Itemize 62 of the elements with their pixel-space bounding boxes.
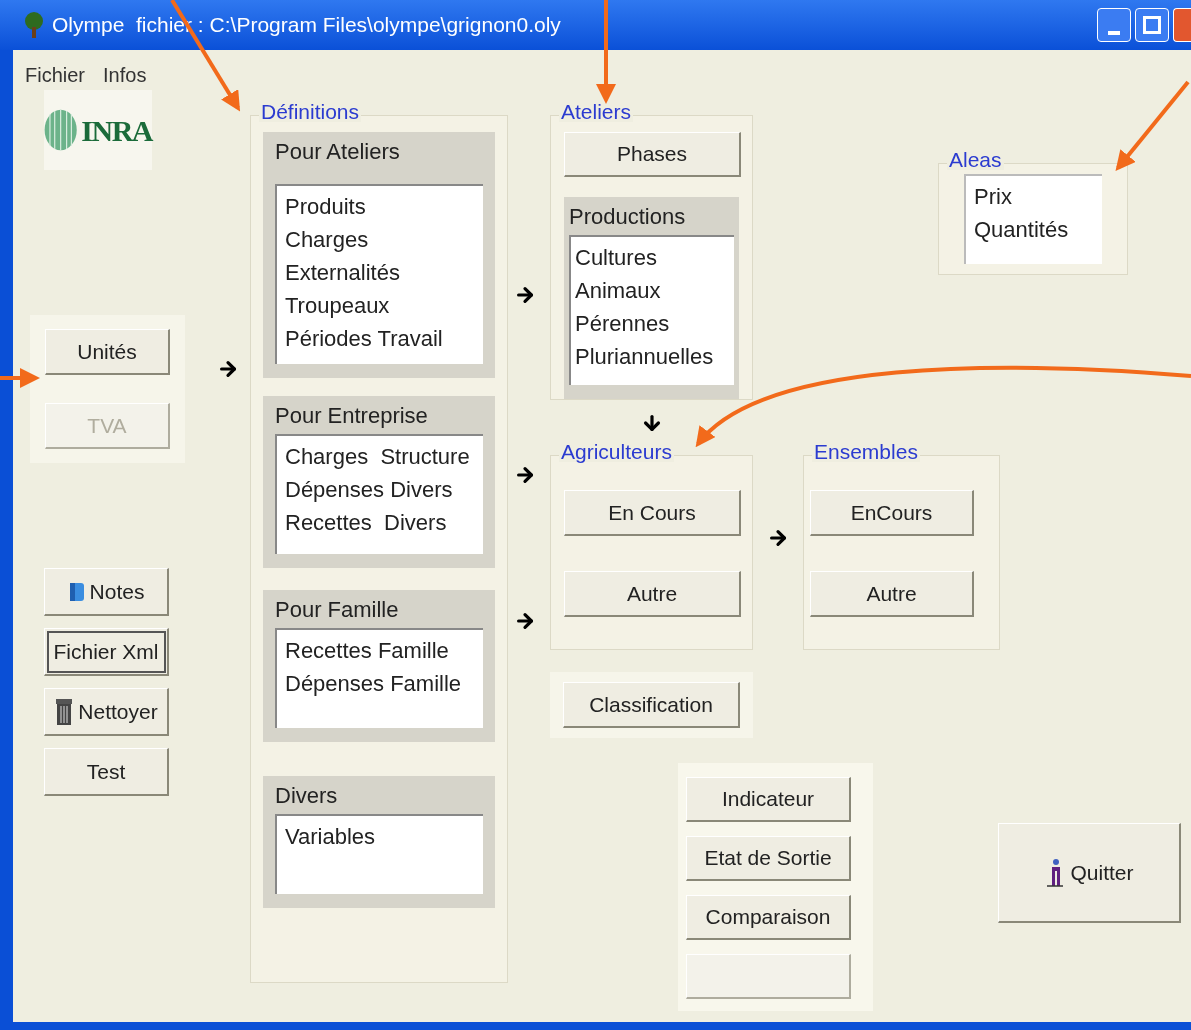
- list-box[interactable]: Cultures Animaux Pérennes Pluriannuelles: [569, 235, 734, 385]
- list-item[interactable]: Recettes Divers: [285, 506, 475, 539]
- button[interactable]: Nettoyer: [44, 688, 169, 736]
- button[interactable]: Autre: [810, 571, 974, 617]
- list-item[interactable]: Produits: [285, 190, 475, 223]
- list-item[interactable]: Animaux: [575, 274, 730, 307]
- list-box[interactable]: Recettes Famille Dépenses Famille: [275, 628, 483, 728]
- menu-item[interactable]: Infos: [103, 60, 147, 90]
- button[interactable]: En Cours: [564, 490, 741, 536]
- group-title: Aleas: [947, 149, 1004, 170]
- list-item[interactable]: Prix: [974, 180, 1094, 213]
- panel-title: Pour Entreprise: [275, 402, 429, 430]
- list-box[interactable]: Produits Charges Externalités Troupeaux Périodes Travail: [275, 184, 483, 364]
- button[interactable]: Unités: [45, 329, 170, 375]
- button[interactable]: Fichier Xml: [44, 628, 169, 676]
- maximize-icon: [1143, 16, 1161, 34]
- trash-icon: [54, 696, 75, 727]
- panel-title: Pour Famille: [275, 596, 400, 624]
- list-item[interactable]: Cultures: [575, 241, 730, 274]
- arrow-right-icon: [767, 527, 789, 549]
- panel-title: Productions: [569, 203, 687, 231]
- group-title: Ensembles: [812, 441, 920, 462]
- list-item[interactable]: Recettes Famille: [285, 634, 475, 667]
- list-item[interactable]: Variables: [285, 820, 475, 853]
- list-item[interactable]: Pluriannuelles: [575, 340, 730, 373]
- button[interactable]: Autre: [564, 571, 741, 617]
- list-item[interactable]: Charges Structure: [285, 440, 475, 473]
- list-item[interactable]: Quantités: [974, 213, 1094, 246]
- group-title: Agriculteurs: [559, 441, 674, 462]
- menu-item[interactable]: Fichier: [25, 60, 85, 90]
- annotation-arrow: [0, 368, 40, 388]
- minimize-icon: [1108, 31, 1120, 35]
- list-item[interactable]: Charges: [285, 223, 475, 256]
- minimize-button[interactable]: [1097, 8, 1131, 42]
- list-item[interactable]: Dépenses Famille: [285, 667, 475, 700]
- button[interactable]: EnCours: [810, 490, 974, 536]
- quit-button[interactable]: Quitter: [998, 823, 1181, 923]
- button[interactable]: Notes: [44, 568, 169, 616]
- list-box[interactable]: Charges Structure Dépenses Divers Recettes Divers: [275, 434, 483, 554]
- tree-icon: [22, 11, 46, 39]
- list-box[interactable]: Prix Quantités: [964, 174, 1102, 264]
- list-item[interactable]: Dépenses Divers: [285, 473, 475, 506]
- list-item[interactable]: Pérennes: [575, 307, 730, 340]
- button[interactable]: Test: [44, 748, 169, 796]
- list-box[interactable]: Variables: [275, 814, 483, 894]
- list-item[interactable]: Périodes Travail: [285, 322, 475, 355]
- button[interactable]: Indicateur: [686, 777, 851, 822]
- group-title: Ateliers: [559, 101, 634, 122]
- panel-title: Pour Ateliers: [275, 138, 401, 166]
- button[interactable]: Phases: [564, 132, 741, 177]
- panel-title: Divers: [275, 782, 339, 810]
- logo: INRA: [44, 90, 152, 170]
- list-item[interactable]: Externalités: [285, 256, 475, 289]
- button[interactable]: Etat de Sortie: [686, 836, 851, 881]
- arrow-right-icon: [514, 610, 536, 632]
- button[interactable]: Comparaison: [686, 895, 851, 940]
- book-icon: [67, 580, 86, 603]
- list-item[interactable]: Troupeaux: [285, 289, 475, 322]
- group-title: Définitions: [259, 101, 362, 122]
- close-button[interactable]: [1173, 8, 1191, 42]
- button[interactable]: Classification: [563, 682, 740, 728]
- maximize-button[interactable]: [1135, 8, 1169, 42]
